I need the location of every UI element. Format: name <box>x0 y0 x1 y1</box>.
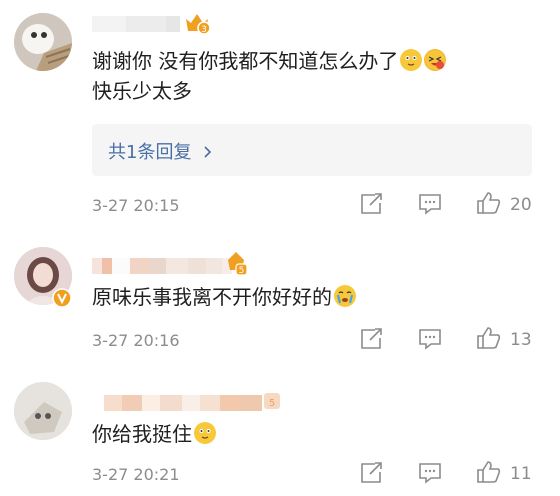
share-icon[interactable] <box>360 193 384 215</box>
comment-icon[interactable] <box>418 462 442 484</box>
like-count: 20 <box>510 195 532 215</box>
timestamp: 3-27 20:15 <box>92 196 180 215</box>
share-icon[interactable] <box>360 462 384 484</box>
comment-item: 3 谢谢你 没有你我都不知道怎么办了 快乐少太多 共1条回复 3-27 20:1… <box>0 0 560 230</box>
verified-badge-icon <box>52 288 72 308</box>
username-blurred[interactable] <box>104 395 262 411</box>
username-blurred[interactable] <box>92 258 232 274</box>
comment-text: 你给我挺住 <box>92 419 216 449</box>
view-replies-link[interactable]: 共1条回复 <box>108 138 213 164</box>
level-badge-icon: 3 <box>184 11 210 35</box>
comment-text: 原味乐事我离不开你好好的 <box>92 282 356 312</box>
avatar[interactable] <box>14 13 72 71</box>
svg-text:5: 5 <box>239 266 245 276</box>
emoji-smile-icon <box>194 422 216 444</box>
like-icon[interactable] <box>476 460 502 484</box>
emoji-smile-icon <box>400 49 423 71</box>
comment-icon[interactable] <box>418 193 442 215</box>
level-badge-icon: 5 <box>262 389 284 411</box>
timestamp: 3-27 20:16 <box>92 331 180 350</box>
like-icon[interactable] <box>476 191 502 215</box>
svg-text:5: 5 <box>269 398 275 409</box>
avatar[interactable] <box>14 382 72 440</box>
comment-item: 5 原味乐事我离不开你好好的 3-27 20:16 13 <box>0 230 560 365</box>
emoji-laugh-icon <box>424 49 447 71</box>
comment-icon[interactable] <box>418 328 442 350</box>
share-icon[interactable] <box>360 328 384 350</box>
chevron-right-icon <box>203 142 213 163</box>
like-icon[interactable] <box>476 326 502 350</box>
like-count: 13 <box>510 330 532 350</box>
comment-text: 谢谢你 没有你我都不知道怎么办了 快乐少太多 <box>92 46 447 106</box>
username-blurred[interactable] <box>92 16 180 32</box>
svg-text:3: 3 <box>201 25 207 35</box>
emoji-cry-icon <box>334 285 356 307</box>
level-badge-icon: 5 <box>224 250 248 276</box>
reply-summary-box[interactable]: 共1条回复 <box>92 124 532 176</box>
like-count: 11 <box>510 464 532 484</box>
timestamp: 3-27 20:21 <box>92 465 180 484</box>
comment-item: 5 你给我挺住 3-27 20:21 11 <box>0 365 560 496</box>
